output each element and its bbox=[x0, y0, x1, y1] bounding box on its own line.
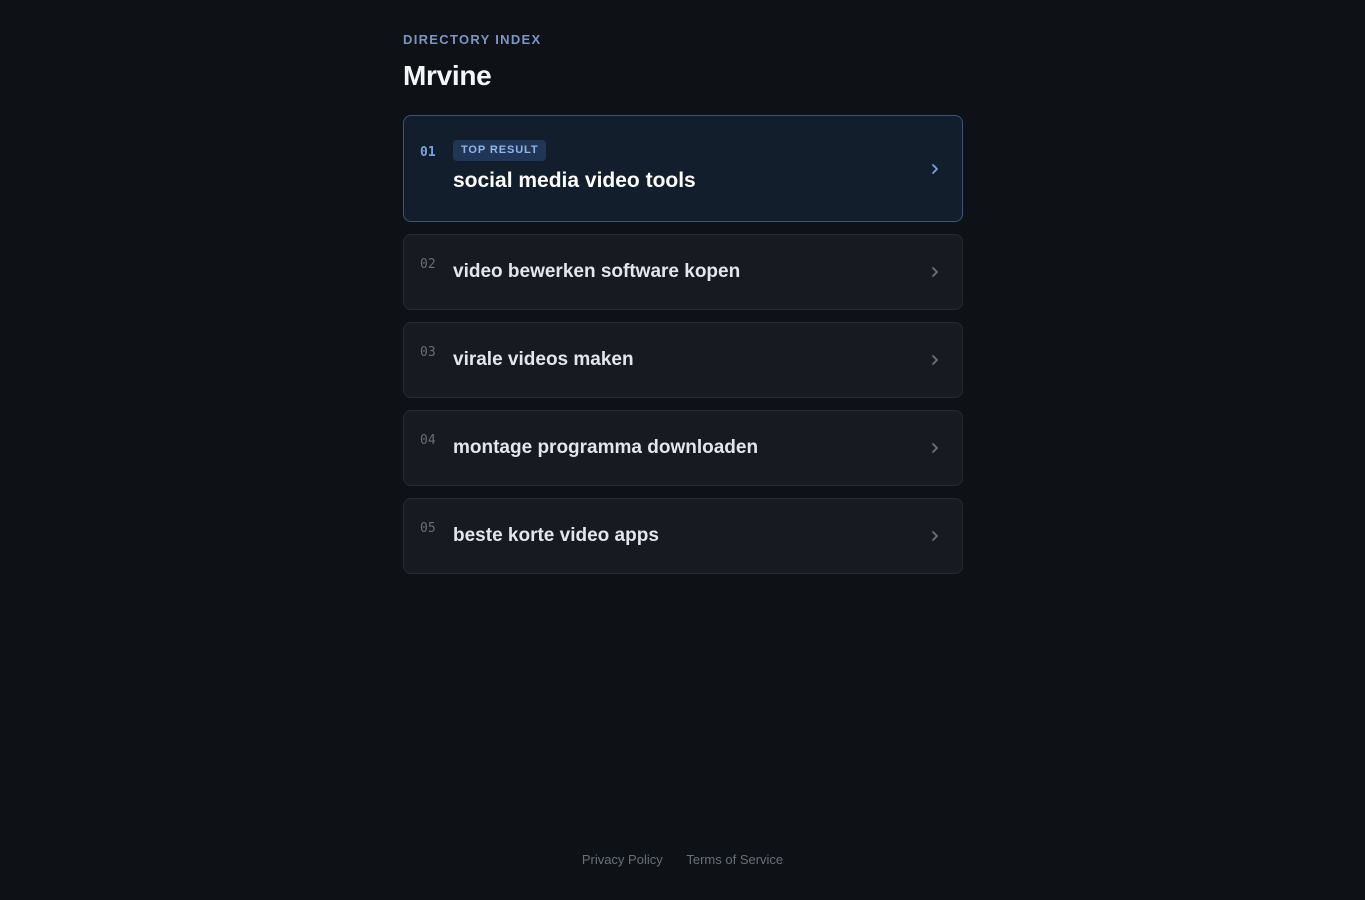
chevron-right-icon bbox=[928, 353, 942, 367]
terms-of-service-link[interactable]: Terms of Service bbox=[686, 852, 783, 867]
result-number: 04 bbox=[420, 433, 436, 448]
chevron-right-icon bbox=[928, 441, 942, 455]
result-item[interactable]: 04 montage programma downloaden bbox=[403, 410, 963, 486]
footer: Privacy Policy Terms of Service bbox=[0, 852, 1365, 867]
page-eyebrow: DIRECTORY INDEX bbox=[403, 32, 542, 47]
result-label: montage programma downloaden bbox=[453, 437, 759, 458]
result-number: 02 bbox=[420, 257, 436, 272]
chevron-right-icon bbox=[928, 529, 942, 543]
result-item-top[interactable]: 01 TOP RESULT social media video tools bbox=[403, 115, 963, 222]
chevron-right-icon bbox=[928, 162, 942, 176]
result-number: 03 bbox=[420, 345, 436, 360]
result-number: 05 bbox=[420, 521, 436, 536]
result-label: social media video tools bbox=[453, 169, 696, 192]
results-list: 01 TOP RESULT social media video tools 0… bbox=[403, 115, 963, 574]
directory-container: DIRECTORY INDEX Mrvine 01 TOP RESULT soc… bbox=[403, 32, 963, 586]
result-label: beste korte video apps bbox=[453, 525, 659, 546]
chevron-right-icon bbox=[928, 265, 942, 279]
page-title: Mrvine bbox=[403, 60, 492, 91]
result-item[interactable]: 03 virale videos maken bbox=[403, 322, 963, 398]
result-item[interactable]: 05 beste korte video apps bbox=[403, 498, 963, 574]
top-result-badge: TOP RESULT bbox=[453, 140, 547, 161]
result-label: video bewerken software kopen bbox=[453, 261, 741, 282]
privacy-policy-link[interactable]: Privacy Policy bbox=[582, 852, 663, 867]
result-item[interactable]: 02 video bewerken software kopen bbox=[403, 234, 963, 310]
page: DIRECTORY INDEX Mrvine 01 TOP RESULT soc… bbox=[0, 0, 1365, 900]
result-label: virale videos maken bbox=[453, 349, 634, 370]
result-number: 01 bbox=[420, 145, 436, 160]
